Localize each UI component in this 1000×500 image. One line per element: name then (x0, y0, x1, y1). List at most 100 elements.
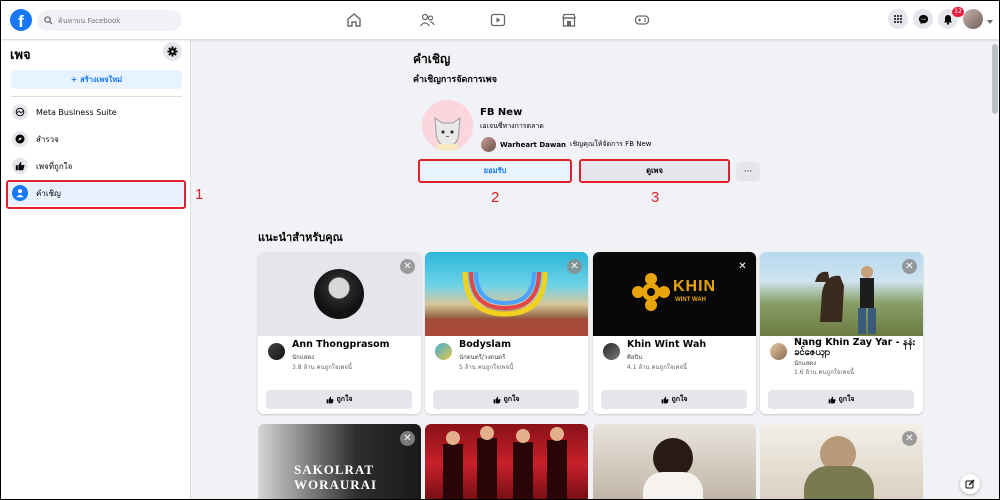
close-icon[interactable]: ✕ (902, 259, 917, 274)
annotation-number-3: 3 (651, 189, 660, 206)
gaming-icon[interactable] (634, 12, 650, 28)
sidebar-item-label: เพจที่ถูกใจ (36, 161, 73, 171)
close-icon[interactable]: ✕ (400, 431, 415, 446)
recommendation-card[interactable] (593, 424, 756, 500)
rainbow-illustration (425, 271, 588, 336)
home-icon[interactable] (346, 12, 362, 28)
search-input[interactable] (58, 16, 176, 25)
facebook-logo[interactable]: f (10, 9, 32, 31)
recommended-page-name[interactable]: Khin Wint Wah (627, 339, 752, 350)
like-button[interactable]: ถูกใจ (768, 390, 914, 409)
banner-text-sakolrat: SAKOLRAT (294, 462, 374, 477)
invited-page-name[interactable]: FB New (480, 107, 522, 118)
thumbs-up-icon (12, 158, 28, 174)
page-avatar-small (434, 342, 453, 361)
recommended-page-likes: 4.1 ล้าน คนถูกใจเพจนี้ (627, 364, 687, 371)
recommendation-card[interactable]: KHIN WINT WAH ✕ Khin Wint Wah ศิลปิน 4.1… (593, 252, 756, 414)
profile-body (804, 466, 874, 500)
recommended-page-likes: 3.8 ล้าน คนถูกใจเพจนี้ (292, 364, 352, 371)
inviter-name[interactable]: Warheart Dawan (500, 141, 566, 149)
like-button[interactable]: ถูกใจ (266, 390, 412, 409)
scrollbar-thumb[interactable] (992, 44, 998, 114)
page-title: คำเชิญ (413, 52, 451, 66)
page-avatar[interactable] (422, 100, 473, 151)
profile-photo (314, 269, 364, 319)
section-subtitle: คำเชิญการจัดการเพจ (413, 75, 498, 85)
pages-sidebar: เพจ + สร้างเพจใหม่ Meta Business Suite ส… (0, 40, 191, 500)
compass-icon (12, 131, 28, 147)
sidebar-item-label: Meta Business Suite (36, 107, 117, 117)
card-cover-image (760, 252, 923, 336)
inviter-message: เชิญคุณให้จัดการ FB New (570, 140, 652, 148)
close-icon[interactable]: ✕ (567, 259, 582, 274)
sidebar-item-liked-pages[interactable]: เพจที่ถูกใจ (8, 154, 184, 178)
annotation-number-1: 1 (195, 186, 204, 203)
group-photo (443, 426, 567, 500)
like-label: ถูกใจ (336, 395, 353, 403)
plus-icon: + (70, 75, 78, 84)
page-avatar-small (602, 342, 621, 361)
close-icon[interactable]: ✕ (400, 259, 415, 274)
bell-icon (944, 14, 952, 25)
compose-icon (965, 479, 975, 489)
view-page-button[interactable]: ดูเพจ (581, 161, 728, 181)
recommendation-card[interactable]: ✕ Ann Thongprasom นักแสดง 3.8 ล้าน คนถูก… (258, 252, 421, 414)
notification-badge: 12 (952, 7, 964, 17)
khin-logo-text: KHIN (673, 278, 717, 295)
grid-dots-icon (894, 15, 902, 23)
recommended-page-name[interactable]: Nang Khin Zay Yar - နန်းခင်ဇေယျာ (794, 338, 919, 358)
watch-icon[interactable] (490, 12, 506, 28)
khin-logo-subtext: WINT WAH (675, 297, 706, 303)
recommended-page-category: นักดนตรี/วงดนตรี (459, 354, 506, 361)
create-page-button[interactable]: + สร้างเพจใหม่ (11, 70, 182, 89)
recommendation-card[interactable]: ✕ (760, 424, 923, 500)
main-content: คำเชิญ คำเชิญการจัดการเพจ FB New เอเจนซี… (191, 40, 990, 500)
thumbs-up-icon (326, 396, 334, 403)
messenger-bubble-icon (918, 14, 928, 24)
recommended-page-category: ศิลปิน (627, 354, 643, 361)
new-message-button[interactable] (960, 474, 980, 494)
inviter-info: Warheart Dawan เชิญคุณให้จัดการ FB New (481, 137, 652, 152)
search-box[interactable] (37, 10, 182, 31)
gear-icon (167, 46, 178, 57)
chevron-down-icon[interactable] (987, 20, 993, 24)
sidebar-item-explore[interactable]: สำรวจ (8, 127, 184, 151)
create-page-label: สร้างเพจใหม่ (80, 74, 123, 84)
marketplace-icon[interactable] (561, 12, 577, 28)
recommendation-card[interactable] (425, 424, 588, 500)
friends-icon[interactable] (419, 12, 435, 28)
sidebar-item-invitations[interactable]: คำเชิญ (8, 181, 184, 205)
like-button[interactable]: ถูกใจ (433, 390, 579, 409)
menu-grid-icon[interactable] (888, 9, 908, 29)
recommendation-card[interactable]: ✕ Nang Khin Zay Yar - နန်းခင်ဇေယျာ นักแส… (760, 252, 923, 414)
close-icon[interactable]: ✕ (735, 259, 750, 274)
accept-button[interactable]: ยอมรับ (420, 161, 570, 181)
recommendation-card[interactable]: SAKOLRAT WORAURAI ✕ (258, 424, 421, 500)
settings-button[interactable] (163, 42, 182, 61)
recommended-page-name[interactable]: Ann Thongprasom (292, 339, 417, 350)
like-button[interactable]: ถูกใจ (601, 390, 747, 409)
cat-avatar-icon (422, 100, 473, 151)
like-label: ถูกใจ (503, 395, 520, 403)
sidebar-item-meta-business-suite[interactable]: Meta Business Suite (8, 100, 184, 124)
recommended-page-name[interactable]: Bodyslam (459, 339, 584, 350)
annotation-number-2: 2 (491, 189, 500, 206)
horse-rider-photo (815, 266, 876, 334)
profile-body (643, 472, 703, 500)
inviter-avatar[interactable] (481, 137, 496, 152)
recommendation-card[interactable]: ✕ Bodyslam นักดนตรี/วงดนตรี 5 ล้าน คนถูก… (425, 252, 588, 414)
more-options-button[interactable]: ··· (736, 162, 760, 181)
person-icon (12, 185, 28, 201)
close-icon[interactable]: ✕ (902, 431, 917, 446)
thumbs-up-icon (661, 396, 669, 403)
thumbs-up-icon (493, 396, 501, 403)
messenger-icon[interactable] (913, 9, 933, 29)
page-scrollbar[interactable] (990, 40, 1000, 500)
banner-text-worarurai: WORAURAI (294, 477, 378, 492)
card-cover-image (425, 252, 588, 336)
search-icon (44, 16, 53, 25)
account-avatar[interactable] (963, 9, 983, 29)
top-navigation-bar: f 12 (0, 0, 1000, 40)
recommendations-title: แนะนำสำหรับคุณ (258, 231, 343, 244)
recommended-page-likes: 1.6 ล้าน คนถูกใจเพจนี้ (794, 369, 854, 376)
